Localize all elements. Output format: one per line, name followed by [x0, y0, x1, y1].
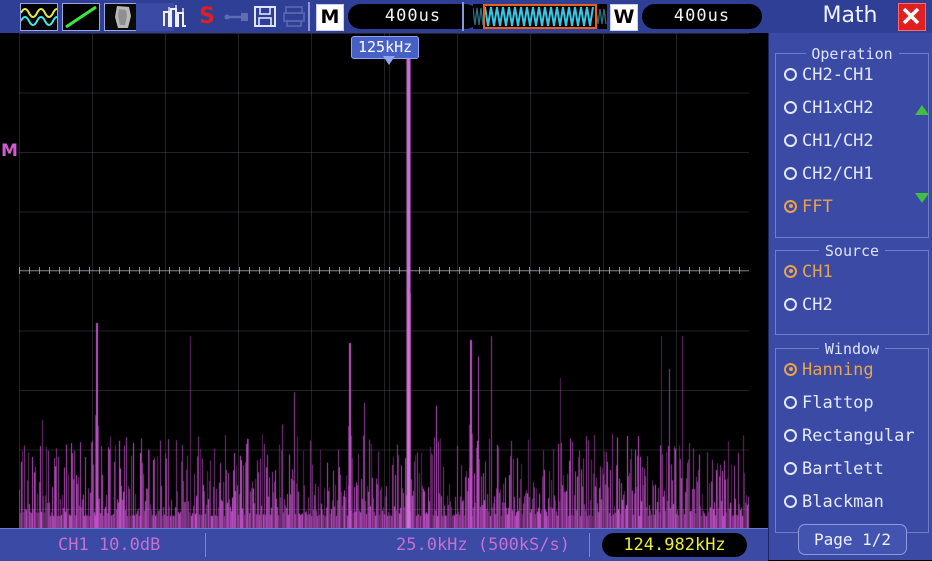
window-option-rectangular[interactable]: Rectangular	[776, 420, 928, 453]
channel-scale-status: CH1 10.0dB	[58, 535, 161, 555]
frequency-marker-pointer	[383, 56, 395, 65]
frequency-span-status: 25.0kHz (500kS/s)	[396, 535, 570, 555]
window-option-flattop[interactable]: Flattop	[776, 387, 928, 420]
radio-icon	[784, 133, 797, 147]
radio-icon	[784, 264, 797, 278]
radio-icon	[784, 199, 797, 213]
source-group: Source CH1 CH2	[775, 242, 929, 335]
radio-icon	[784, 166, 797, 180]
option-ch1-div-ch2[interactable]: CH1/CH2	[776, 125, 928, 158]
status-separator-2	[589, 533, 590, 557]
status-separator-1	[205, 533, 206, 557]
option-ch1-times-ch2[interactable]: CH1xCH2	[776, 92, 928, 125]
window-option-blackman[interactable]: Blackman	[776, 486, 928, 519]
close-icon[interactable]	[898, 3, 926, 31]
printer-icon	[282, 4, 308, 29]
toolbar-separator-2	[462, 2, 464, 31]
window-timebase-value[interactable]: 400us	[642, 4, 762, 29]
single-icon[interactable]: S	[194, 4, 220, 29]
display-thumbnails	[20, 3, 142, 31]
radio-icon	[784, 297, 797, 311]
status-bar: CH1 10.0dB 25.0kHz (500kS/s) 124.982kHz	[0, 528, 768, 561]
cursor-frequency-readout: 124.982kHz	[602, 533, 747, 557]
page-button[interactable]: Page 1/2	[798, 524, 907, 555]
oscilloscope-screen: S M 400us W 400us Math M 125kHz Operatio…	[0, 0, 932, 561]
arrow-up-icon[interactable]	[915, 105, 929, 115]
zoom-waveform-preview[interactable]	[473, 4, 607, 29]
main-timebase-label: M	[316, 4, 344, 31]
math-channel-marker[interactable]: M	[1, 141, 18, 161]
toolbar-separator-1	[308, 2, 310, 31]
main-timebase-value[interactable]: 400us	[348, 4, 478, 29]
fft-plot[interactable]	[19, 33, 749, 528]
option-fft[interactable]: FFT	[776, 191, 928, 224]
window-option-hanning[interactable]: Hanning	[776, 354, 928, 387]
usb-icon	[224, 4, 250, 29]
radio-icon	[784, 428, 797, 442]
window-timebase-label: W	[610, 4, 638, 31]
option-ch2-minus-ch1[interactable]: CH2-CH1	[776, 59, 928, 92]
radio-icon	[784, 395, 797, 409]
save-icon[interactable]	[252, 4, 278, 29]
radio-icon	[784, 67, 797, 81]
radio-icon	[784, 362, 797, 376]
radio-icon	[784, 494, 797, 508]
operation-group: Operation CH2-CH1 CH1xCH2 CH1/CH2 CH2/CH…	[775, 45, 929, 238]
window-group: Window Hanning Flattop Rectangular Bartl…	[775, 340, 929, 533]
window-option-bartlett[interactable]: Bartlett	[776, 453, 928, 486]
source-option-ch2[interactable]: CH2	[776, 289, 928, 322]
pulse-icon[interactable]	[162, 4, 188, 29]
source-option-ch1[interactable]: CH1	[776, 256, 928, 289]
panel-title-bar: Math	[768, 0, 932, 33]
top-toolbar: S M 400us W 400us	[0, 0, 768, 34]
radio-icon	[784, 461, 797, 475]
math-settings-panel: Operation CH2-CH1 CH1xCH2 CH1/CH2 CH2/CH…	[768, 33, 932, 560]
right-gutter	[749, 33, 768, 528]
left-gutter	[0, 33, 19, 528]
arrow-down-icon[interactable]	[915, 193, 929, 203]
fft-trace	[19, 33, 749, 528]
zoom-window-frame	[483, 4, 597, 29]
radio-icon	[784, 100, 797, 114]
xy-thumb[interactable]	[62, 3, 100, 31]
waveform-thumb[interactable]	[20, 3, 58, 31]
waveform-display[interactable]: M 125kHz	[0, 33, 768, 528]
option-ch2-div-ch1[interactable]: CH2/CH1	[776, 158, 928, 191]
